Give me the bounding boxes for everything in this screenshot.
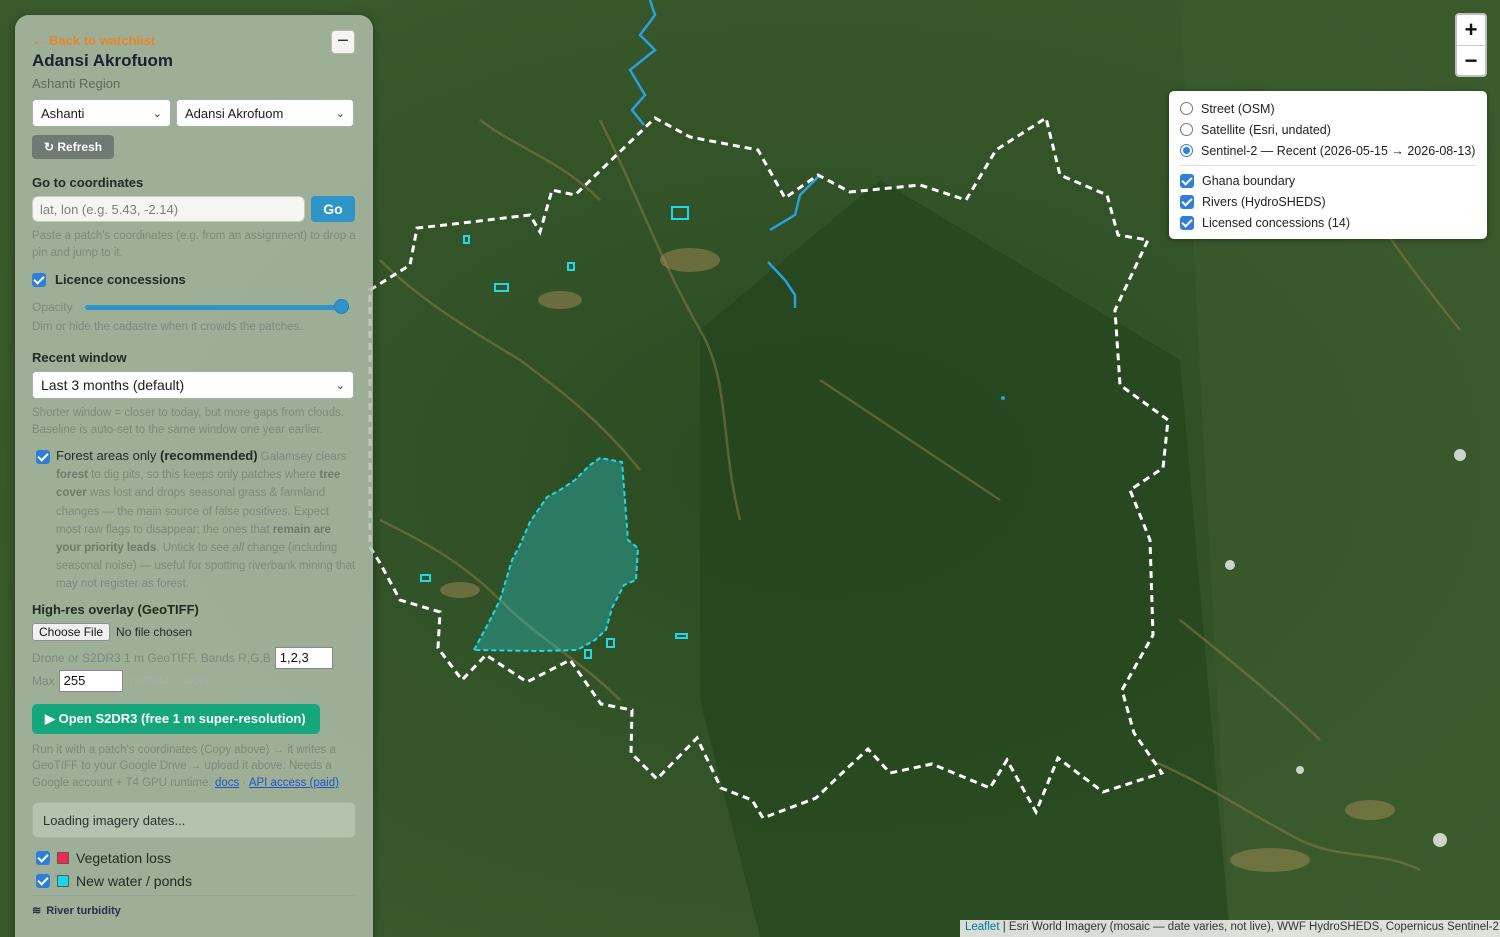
imagery-dates-status: Loading imagery dates...: [32, 802, 356, 839]
coords-heading: Go to coordinates: [32, 175, 144, 190]
coords-input[interactable]: lat, lon (e.g. 5.43, -2.14): [32, 196, 305, 222]
refresh-button[interactable]: ↻ Refresh: [32, 135, 115, 159]
vegetation-loss-swatch: [57, 852, 69, 865]
forest-only-lead-bold: (recommended): [160, 448, 258, 463]
satellite-label: Satellite (Esri, undated): [1201, 122, 1331, 137]
forest-only-lead: Forest areas only: [56, 448, 161, 463]
rivers-label: Rivers (HydroSHEDS): [1202, 194, 1326, 209]
chevron-down-icon: ⌄: [335, 107, 345, 120]
highres-heading: High-res overlay (GeoTIFF): [32, 601, 199, 617]
opacity-slider[interactable]: [85, 299, 349, 315]
base-layer-satellite[interactable]: Satellite (Esri, undated): [1180, 119, 1487, 140]
api-access-link[interactable]: API access (paid): [249, 777, 339, 789]
refresh-label: Refresh: [57, 140, 103, 154]
zoom-control: + −: [1455, 13, 1487, 77]
leaflet-link[interactable]: Leaflet: [965, 921, 1000, 933]
choose-file-button[interactable]: Choose File: [32, 622, 111, 641]
river-turbidity-toggle[interactable]: ≋ River turbidity: [32, 904, 356, 918]
chevron-down-icon: ⌄: [152, 107, 162, 120]
site-title: Adansi Akrofuom: [32, 51, 174, 70]
opacity-slider-track: [85, 305, 349, 310]
new-water-label: New water / ponds: [76, 873, 192, 890]
docs-link[interactable]: docs: [215, 777, 239, 789]
back-to-watchlist-link[interactable]: ← Back to watchlist: [32, 33, 356, 48]
district-select-value: Adansi Akrofuom: [185, 105, 284, 121]
coords-hint: Paste a patch's coordinates (e.g. from a…: [32, 230, 356, 259]
water-wave-icon: ≋: [32, 905, 42, 918]
new-water-checkbox[interactable]: [36, 874, 50, 889]
forest-only-option: Forest areas only (recommended) Galamsey…: [32, 447, 356, 594]
recent-window-select[interactable]: Last 3 months (default) ⌄: [32, 371, 354, 399]
s2dr3-hint: Run it with a patch's coordinates (Copy …: [32, 743, 339, 790]
layer-separator: [1180, 165, 1476, 166]
river-turbidity-label: River turbidity: [46, 904, 121, 917]
go-button[interactable]: Go: [311, 196, 355, 222]
forest-text-2: to dig pits, so this keeps only patches …: [87, 469, 320, 482]
bands-label: Drone or S2DR3 1 m GeoTIFF. Bands R,G,B: [32, 650, 271, 665]
max-input[interactable]: 255: [58, 669, 123, 692]
chevron-down-icon: ⌄: [335, 379, 345, 392]
layer-new-water[interactable]: New water / ponds: [32, 873, 356, 889]
concessions-checkbox[interactable]: [32, 272, 46, 287]
sentinel-label: Sentinel-2 — Recent (2026-05-15 → 2026-0…: [1201, 143, 1476, 158]
open-s2dr3-label: Open S2DR3 (free 1 m super-resolution): [58, 710, 306, 726]
play-icon: ▶: [45, 710, 59, 726]
opacity-hint: Dim or hide the cadastre when it crowds …: [32, 321, 303, 333]
street-radio[interactable]: [1180, 102, 1193, 115]
base-layer-street[interactable]: Street (OSM): [1180, 98, 1487, 119]
concessions-overlay-checkbox[interactable]: [1180, 215, 1194, 230]
refresh-icon: ↻: [44, 140, 58, 154]
arrow-left-icon: ←: [32, 33, 45, 48]
bands-input[interactable]: 1,2,3: [274, 646, 333, 669]
region-select[interactable]: Ashanti ⌄: [32, 99, 171, 127]
vegetation-loss-label: Vegetation loss: [76, 850, 171, 867]
map-attribution: Leaflet | Esri World Imagery (mosaic — d…: [960, 920, 1500, 937]
concessions-label: Licence concessions: [55, 272, 186, 287]
opacity-label: Opacity: [32, 300, 73, 314]
concessions-overlay-label: Licensed concessions (14): [1202, 215, 1350, 230]
region-select-value: Ashanti: [41, 105, 85, 121]
overlay-concessions[interactable]: Licensed concessions (14): [1180, 212, 1487, 233]
control-panel: − ← Back to watchlist Adansi Akrofuom Ash…: [15, 15, 373, 937]
forest-only-checkbox[interactable]: [36, 450, 50, 464]
collapse-panel-button[interactable]: −: [331, 30, 355, 54]
coords-placeholder: lat, lon (e.g. 5.43, -2.14): [40, 201, 179, 217]
new-water-swatch: [57, 875, 69, 888]
site-subtitle: Ashanti Region: [32, 76, 121, 91]
max-label: Max: [32, 673, 55, 688]
attribution-text: | Esri World Imagery (mosaic — date vari…: [999, 921, 1499, 933]
forest-only-label: Forest areas only (recommended): [56, 448, 258, 463]
forest-bold-1: forest: [56, 469, 88, 482]
rivers-checkbox[interactable]: [1180, 194, 1194, 209]
overlay-ghana-boundary[interactable]: Ghana boundary: [1180, 170, 1487, 191]
no-file-label: No file chosen: [116, 624, 193, 639]
street-label: Street (OSM): [1201, 101, 1275, 116]
forest-text-4: . Untick to see: [156, 542, 233, 555]
sentinel-radio[interactable]: [1180, 144, 1193, 157]
recent-window-hint: Shorter window = closer to today, but mo…: [32, 407, 345, 436]
opacity-slider-handle[interactable]: [334, 299, 349, 314]
zoom-in-button[interactable]: +: [1457, 15, 1485, 45]
overlay-rivers[interactable]: Rivers (HydroSHEDS): [1180, 191, 1487, 212]
forest-text-1: Galamsey clears: [257, 451, 347, 463]
back-label: Back to watchlist: [49, 33, 156, 48]
base-layer-sentinel[interactable]: Sentinel-2 — Recent (2026-05-15 → 2026-0…: [1180, 140, 1487, 161]
layer-vegetation-loss[interactable]: Vegetation loss: [32, 850, 356, 866]
vegetation-loss-checkbox[interactable]: [36, 851, 50, 866]
recent-window-value: Last 3 months (default): [41, 377, 185, 393]
max-hint: (S2DR3 ≈ 3000): [129, 674, 210, 687]
ghana-boundary-label: Ghana boundary: [1202, 173, 1296, 188]
zoom-out-button[interactable]: −: [1457, 45, 1485, 75]
open-s2dr3-button[interactable]: ▶ Open S2DR3 (free 1 m super-resolution): [32, 703, 320, 734]
satellite-radio[interactable]: [1180, 123, 1193, 136]
ghana-boundary-checkbox[interactable]: [1180, 173, 1194, 188]
district-select[interactable]: Adansi Akrofuom ⌄: [176, 99, 354, 127]
recent-window-heading: Recent window: [32, 350, 127, 365]
forest-italic-1: all: [232, 542, 244, 555]
divider: [32, 895, 356, 897]
layer-control: Street (OSM) Satellite (Esri, undated) S…: [1169, 91, 1487, 239]
